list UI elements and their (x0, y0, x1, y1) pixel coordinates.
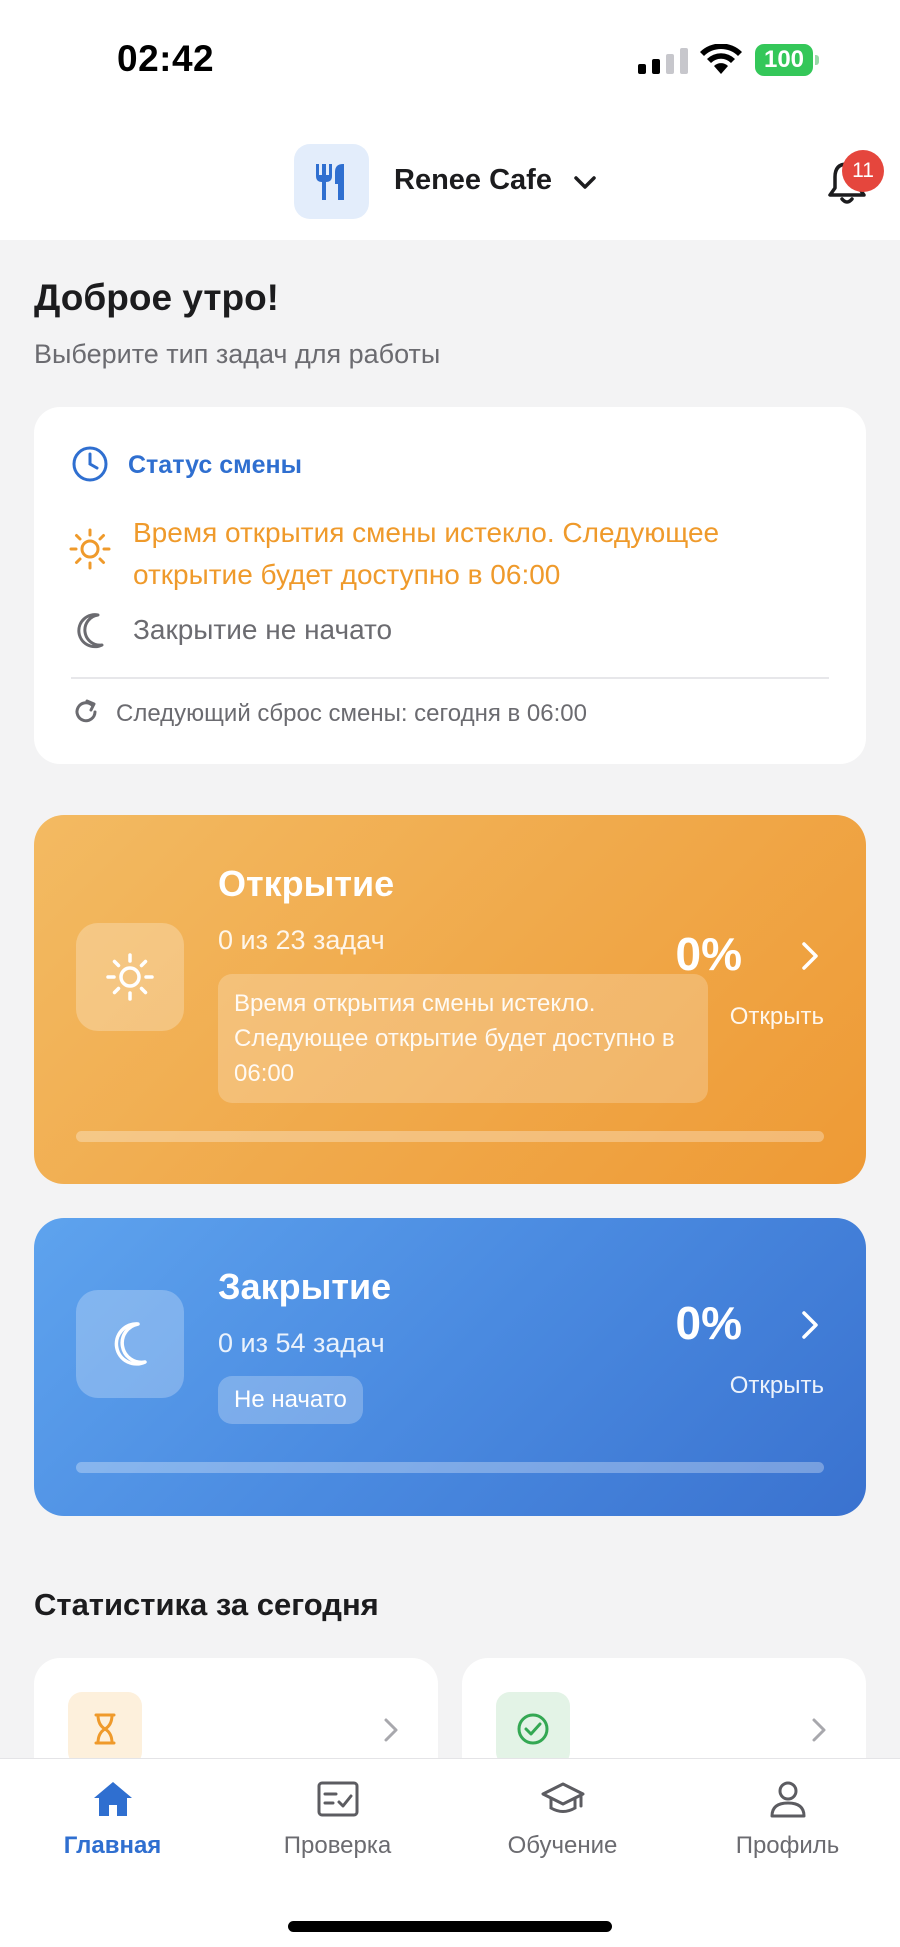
hourglass-icon (94, 1713, 116, 1745)
wifi-icon (700, 44, 742, 74)
stats-title: Статистика за сегодня (34, 1587, 379, 1622)
tab-label: Проверка (283, 1832, 392, 1859)
app-header: Renee Cafe (0, 120, 900, 240)
opening-progress-bar (76, 1131, 824, 1142)
tab-label: Главная (63, 1832, 162, 1859)
divider (71, 677, 829, 679)
opening-task-count: 0 из 23 задач (218, 925, 385, 955)
closing-status-text: Закрытие не начато (133, 614, 393, 645)
sun-icon (106, 953, 154, 1001)
tab-inspection[interactable]: Проверка (225, 1759, 450, 1879)
stat-icon-tile (68, 1692, 142, 1766)
checklist-icon (317, 1781, 359, 1817)
sun-icon (69, 528, 111, 570)
tab-label: Профиль (735, 1832, 840, 1859)
user-icon (770, 1781, 806, 1818)
chevron-right-icon[interactable] (810, 1716, 828, 1744)
closing-icon-tile (76, 1290, 184, 1398)
moon-icon (114, 1322, 147, 1366)
tab-training[interactable]: Обучение (450, 1759, 675, 1879)
tab-profile[interactable]: Профиль (675, 1759, 900, 1879)
opening-title: Открытие (218, 863, 395, 904)
chevron-down-icon[interactable] (570, 170, 600, 196)
closing-percent: 0% (675, 1297, 742, 1349)
clock-icon (72, 446, 108, 482)
cafe-name[interactable]: Renee Cafe (394, 164, 552, 197)
closing-open-link[interactable]: Открыть (730, 1372, 824, 1400)
shift-status-title: Статус смены (128, 451, 302, 479)
status-time: 02:42 (117, 38, 215, 79)
shift-status-card: Статус смены Время открытия смены истекл… (34, 407, 866, 764)
stat-icon-tile (496, 1692, 570, 1766)
tab-home[interactable]: Главная (0, 1759, 225, 1879)
home-indicator (288, 1921, 612, 1932)
tab-label: Обучение (507, 1832, 618, 1859)
shift-reset-text: Следующий сброс смены: сегодня в 06:00 (116, 700, 587, 727)
closing-task-count: 0 из 54 задач (218, 1328, 385, 1358)
greeting-title: Доброе утро! (34, 277, 279, 318)
fork-knife-icon (316, 164, 344, 200)
chevron-right-icon[interactable] (798, 939, 822, 973)
chevron-right-icon[interactable] (382, 1716, 400, 1744)
closing-shift-card[interactable]: Закрытие 0 из 54 задач Не начато 0% Откр… (34, 1218, 866, 1516)
chevron-right-icon[interactable] (798, 1308, 822, 1342)
check-circle-icon (517, 1713, 549, 1745)
battery-level: 100 (755, 44, 813, 76)
moon-icon (77, 613, 104, 649)
status-bar: 02:42 100 (0, 0, 900, 120)
closing-status-badge: Не начато (218, 1376, 363, 1424)
refresh-icon (75, 699, 97, 723)
greeting-subtitle: Выберите тип задач для работы (34, 339, 441, 369)
closing-progress-bar (76, 1462, 824, 1473)
home-icon (94, 1782, 132, 1816)
opening-icon-tile (76, 923, 184, 1031)
opening-shift-card[interactable]: Открытие 0 из 23 задач Время открытия см… (34, 815, 866, 1184)
cafe-logo[interactable] (294, 144, 369, 219)
cellular-signal-icon (638, 48, 688, 74)
opening-open-link[interactable]: Открыть (730, 1003, 824, 1031)
opening-percent: 0% (675, 928, 742, 980)
bottom-tab-bar: Главная Проверка Обучение Профиль (0, 1758, 900, 1947)
opening-status-text: Время открытия смены истекло. Следующее … (133, 517, 720, 590)
closing-title: Закрытие (218, 1266, 392, 1307)
battery-indicator: 100 (755, 44, 819, 76)
notification-badge[interactable]: 11 (842, 150, 884, 192)
opening-expired-note: Время открытия смены истекло. Следующее … (218, 974, 708, 1103)
graduation-cap-icon (541, 1782, 585, 1813)
